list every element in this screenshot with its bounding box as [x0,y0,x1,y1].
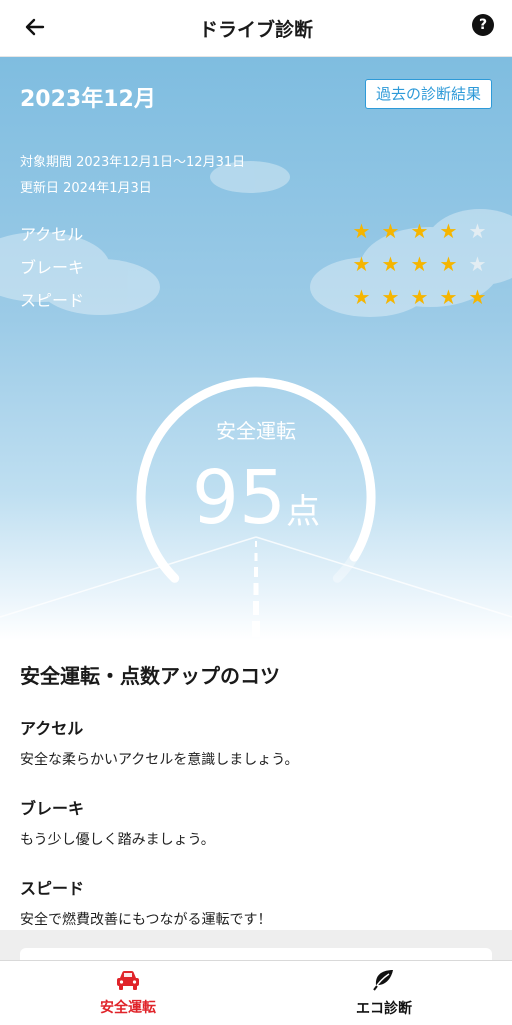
tab-eco-diagnosis[interactable]: エコ診断 [256,961,512,1025]
tip-title: アクセル [20,719,84,738]
score-gauge [0,377,512,637]
score-number: 95 [191,455,287,541]
tip-text: 安全で燃費改善にもつながる運転です！ [20,912,272,928]
page-title: ドライブ診断 [198,18,313,41]
next-section-peek [0,930,512,968]
score-unit: 点 [286,492,321,532]
back-button[interactable] [20,12,50,42]
bottom-tab-bar: 安全運転 エコ診断 [0,960,512,1025]
app-header: ドライブ診断 ? [0,0,512,57]
tip-title: ブレーキ [20,799,85,818]
tips-section: 安全運転・点数アップのコツ アクセル 安全な柔らかいアクセルを意識しましょう。 … [20,660,492,929]
help-icon[interactable]: ? [472,14,494,36]
leaf-icon [373,970,393,991]
diagnosis-summary-panel: 2023年12月 過去の診断結果 対象期間 2023年12月1日〜12月31日 … [0,57,512,640]
tips-heading: 安全運転・点数アップのコツ [20,664,280,688]
score-title: 安全運転 [216,419,296,443]
tab-safe-driving[interactable]: 安全運転 [0,961,256,1025]
arrow-left-icon [25,18,45,36]
car-icon [117,971,139,990]
tip-text: もう少し優しく踏みましょう。 [20,832,215,848]
tip-title: スピード [20,879,85,898]
road-center-line [252,541,260,637]
tip-item: アクセル 安全な柔らかいアクセルを意識しましょう。 [20,715,492,769]
score-value: 95点 [0,455,512,541]
tip-text: 安全な柔らかいアクセルを意識しましょう。 [20,752,299,768]
tab-label: 安全運転 [100,1000,156,1016]
tip-item: ブレーキ もう少し優しく踏みましょう。 [20,795,492,849]
tab-label: エコ診断 [356,1001,412,1017]
tip-item: スピード 安全で燃費改善にもつながる運転です！ [20,875,492,929]
